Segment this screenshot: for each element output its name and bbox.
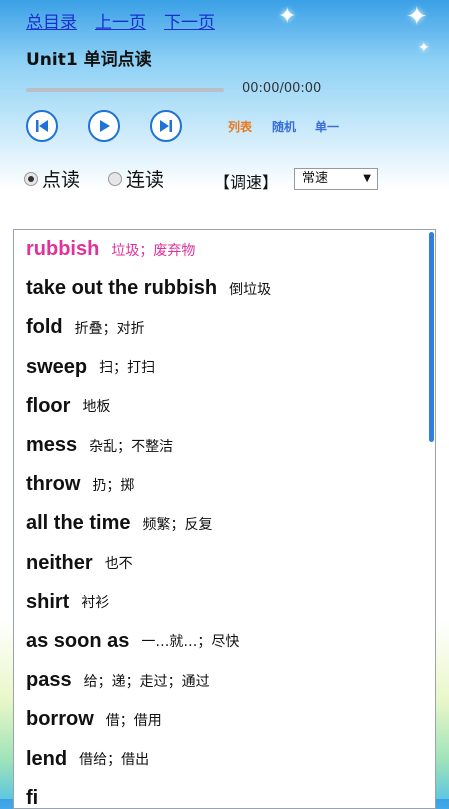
word-meaning: 杂乱；不整洁 <box>89 438 174 455</box>
word-row[interactable]: lend 借给；借出 <box>14 739 435 778</box>
speed-select[interactable]: 常速 ▼ <box>294 168 378 190</box>
point-read-label: 点读 <box>42 169 81 191</box>
continuous-read-radio[interactable] <box>108 171 123 186</box>
word-row[interactable]: sweep 扫；打扫 <box>14 348 435 387</box>
word-text: all the time <box>26 512 131 535</box>
word-meaning: 折叠；对折 <box>74 320 145 337</box>
word-row[interactable]: take out the rubbish 倒垃圾 <box>14 269 435 308</box>
scrollbar[interactable] <box>429 232 434 442</box>
word-row[interactable]: as soon as 一…就…；尽快 <box>14 622 435 661</box>
word-meaning: 也不 <box>104 556 133 573</box>
word-text: rubbish <box>26 238 100 261</box>
word-row[interactable]: borrow 借；借用 <box>14 700 435 739</box>
sparkle-decoration: ✦ <box>278 4 297 29</box>
word-meaning: 借给；借出 <box>79 752 150 769</box>
page-title: Unit1 单词点读 <box>26 50 152 70</box>
read-mode-group: 点读 连读 <box>24 165 164 192</box>
word-meaning: 借；借用 <box>105 712 162 729</box>
word-list: rubbish 垃圾；废弃物 take out the rubbish 倒垃圾 fold… <box>13 229 436 809</box>
word-text: neither <box>26 551 93 574</box>
word-row[interactable]: fi <box>14 779 435 809</box>
word-meaning: 地板 <box>82 399 111 416</box>
word-row[interactable]: pass 给；递；走过；通过 <box>14 661 435 700</box>
word-meaning: 垃圾；废弃物 <box>111 242 196 259</box>
mode-random[interactable]: 随机 <box>272 118 296 135</box>
speed-label: 【调速】 <box>214 173 279 192</box>
word-row[interactable]: throw 扔；掷 <box>14 465 435 504</box>
word-text: floor <box>26 394 71 417</box>
next-button[interactable] <box>150 110 182 142</box>
skip-previous-icon <box>36 120 48 132</box>
word-text: mess <box>26 434 78 457</box>
speed-value: 常速 <box>302 171 329 186</box>
progress-bar[interactable] <box>26 88 224 92</box>
word-row[interactable]: rubbish 垃圾；废弃物 <box>14 230 435 269</box>
sparkle-decoration: ✦ <box>418 40 430 56</box>
word-row[interactable]: neither 也不 <box>14 544 435 583</box>
word-row[interactable]: shirt 衬衫 <box>14 583 435 622</box>
word-text: pass <box>26 669 72 692</box>
time-display: 00:00/00:00 <box>242 81 322 96</box>
play-button[interactable] <box>88 110 120 142</box>
word-text: borrow <box>26 708 94 731</box>
next-page-link[interactable]: 下一页 <box>164 8 215 33</box>
word-text: take out the rubbish <box>26 277 218 300</box>
top-nav: 总目录 上一页 下一页 <box>26 8 215 33</box>
word-text: fi <box>26 786 39 809</box>
contents-link[interactable]: 总目录 <box>26 8 77 33</box>
word-text: throw <box>26 473 81 496</box>
word-text: lend <box>26 747 68 770</box>
prev-page-link[interactable]: 上一页 <box>95 8 146 33</box>
word-meaning: 衬衫 <box>81 595 110 612</box>
word-text: sweep <box>26 355 88 378</box>
word-text: fold <box>26 316 63 339</box>
point-read-radio[interactable] <box>24 171 38 186</box>
mode-single[interactable]: 单一 <box>315 118 339 135</box>
word-text: shirt <box>26 590 70 613</box>
word-row[interactable]: all the time 频繁；反复 <box>14 504 435 543</box>
skip-next-icon <box>160 120 172 132</box>
word-text: as soon as <box>26 629 130 652</box>
mode-list[interactable]: 列表 <box>228 118 252 135</box>
previous-button[interactable] <box>26 110 58 142</box>
word-meaning: 倒垃圾 <box>229 281 272 298</box>
sparkle-decoration: ✦ <box>406 2 428 32</box>
continuous-read-label: 连读 <box>126 169 165 191</box>
play-icon <box>100 120 110 132</box>
word-meaning: 频繁；反复 <box>142 516 213 533</box>
word-meaning: 扔；掷 <box>92 477 135 494</box>
word-row[interactable]: mess 杂乱；不整洁 <box>14 426 435 465</box>
word-meaning: 给；递；走过；通过 <box>83 673 210 690</box>
word-meaning: 一…就…；尽快 <box>141 634 240 651</box>
dropdown-arrow-icon: ▼ <box>363 173 371 184</box>
word-row[interactable]: fold 折叠；对折 <box>14 308 435 347</box>
word-row[interactable]: floor 地板 <box>14 387 435 426</box>
word-meaning: 扫；打扫 <box>99 360 156 377</box>
